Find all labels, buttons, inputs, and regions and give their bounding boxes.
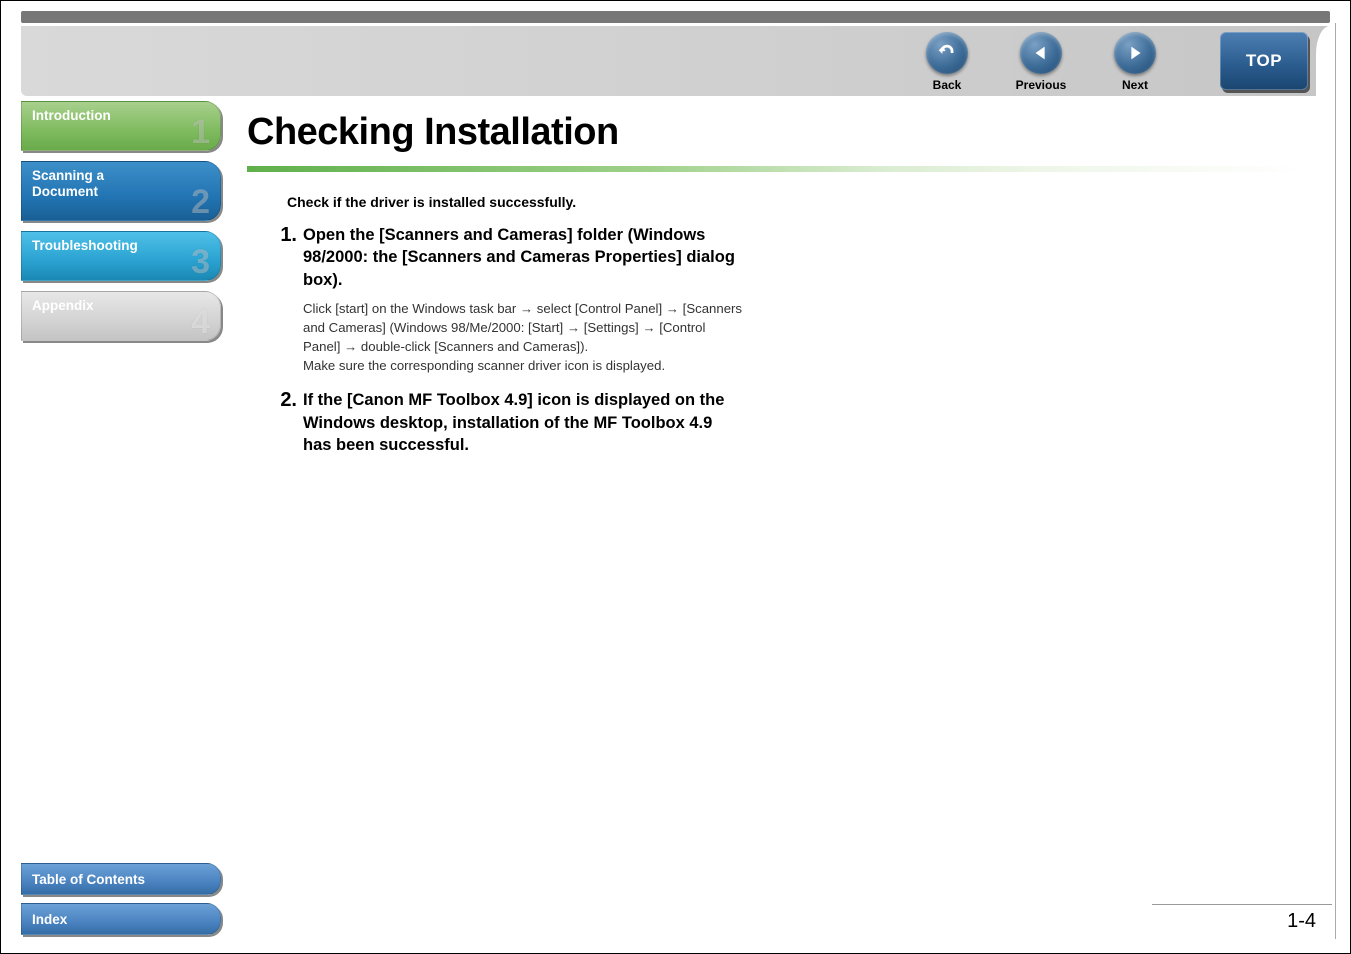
nav-next[interactable]: Next [1110,32,1160,92]
top-button-label: TOP [1246,51,1282,71]
sidebar-item-number: 2 [191,183,210,222]
step-1: 1. Open the [Scanners and Cameras] folde… [273,224,743,375]
sidebar-item-label: Scanning a Document [32,168,104,199]
sidebar-item-number: 1 [191,113,210,152]
content-area: Checking Installation Check if the drive… [247,111,1304,893]
nav-group: Back Previous Next [922,32,1160,92]
header-bar: Back Previous Next TOP [21,26,1330,96]
sidebar: Introduction 1 Scanning a Document 2 Tro… [21,101,221,351]
page-number: 1-4 [1287,910,1316,933]
nav-previous-label: Previous [1016,78,1067,92]
sidebar-item-scanning[interactable]: Scanning a Document 2 [21,161,221,221]
page-title: Checking Installation [247,111,1304,154]
nav-previous[interactable]: Previous [1016,32,1066,92]
nav-back[interactable]: Back [922,32,972,92]
step-2: 2. If the [Canon MF Toolbox 4.9] icon is… [273,389,743,456]
step-number: 2. [273,389,303,456]
intro-text: Check if the driver is installed success… [287,194,1304,210]
sidebar-item-appendix[interactable]: Appendix 4 [21,291,221,341]
next-icon[interactable] [1114,32,1156,74]
header-right-curve [1316,26,1330,96]
page-number-rule [1152,904,1332,905]
sidebar-item-label: Appendix [32,298,94,314]
step-heading: If the [Canon MF Toolbox 4.9] icon is di… [303,389,743,456]
sidebar-item-number: 3 [191,243,210,282]
index-label: Index [32,912,67,927]
top-button[interactable]: TOP [1220,32,1308,90]
sidebar-item-label: Introduction [32,108,111,124]
nav-next-label: Next [1122,78,1148,92]
step-heading: Open the [Scanners and Cameras] folder (… [303,224,743,291]
title-underline [247,166,1304,172]
previous-icon[interactable] [1020,32,1062,74]
sidebar-item-label: Troubleshooting [32,238,138,254]
page-right-edge [1332,23,1336,939]
sidebar-item-troubleshooting[interactable]: Troubleshooting 3 [21,231,221,281]
toc-label: Table of Contents [32,872,145,887]
back-icon[interactable] [926,32,968,74]
sidebar-item-number: 4 [191,303,210,342]
sidebar-item-introduction[interactable]: Introduction 1 [21,101,221,151]
sidebar-bottom: Table of Contents Index [21,855,221,935]
toc-button[interactable]: Table of Contents [21,863,221,895]
page-frame: Back Previous Next TOP Introduction [0,0,1351,954]
step-number: 1. [273,224,303,375]
top-dark-strip [21,11,1330,23]
nav-back-label: Back [933,78,962,92]
step-detail: Click [start] on the Windows task bar → … [303,299,743,376]
index-button[interactable]: Index [21,903,221,935]
